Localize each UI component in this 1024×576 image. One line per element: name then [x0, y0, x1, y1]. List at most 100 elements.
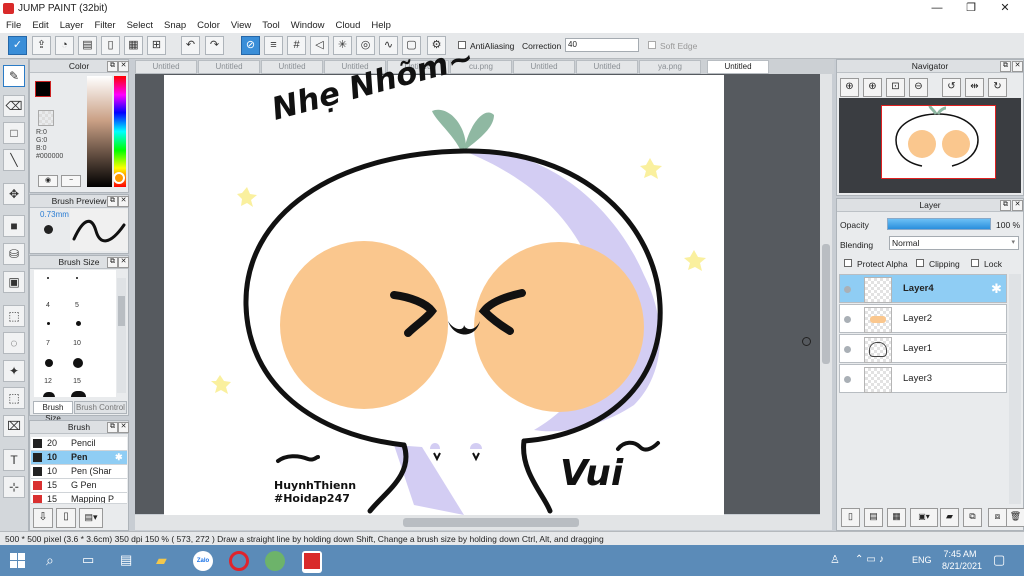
brush-item[interactable]: 15 Mapping P	[31, 493, 127, 504]
hue-handle[interactable]	[113, 172, 125, 184]
page-icon[interactable]: ▯	[101, 36, 120, 55]
tab-document[interactable]: Untitled	[513, 60, 575, 74]
panel-close-icon[interactable]: ✕	[1012, 200, 1023, 211]
scrollbar-thumb[interactable]	[403, 518, 579, 527]
correction-select[interactable]: 40	[565, 38, 639, 52]
pen-tool-icon[interactable]: ✎	[3, 65, 25, 87]
radial-snap-icon[interactable]: ✳	[333, 36, 352, 55]
visibility-icon[interactable]	[844, 376, 851, 383]
menu-cloud[interactable]: Cloud	[330, 17, 366, 33]
windows-app-icon[interactable]: ▤	[120, 552, 132, 568]
layer-list-scrollbar[interactable]	[1009, 274, 1021, 504]
layer-row-layer4[interactable]: Layer4 ✱	[839, 274, 1007, 303]
menu-window[interactable]: Window	[285, 17, 330, 33]
restore-button[interactable]: ❐	[954, 0, 988, 17]
eraser-tool-icon[interactable]: ⌫	[3, 95, 25, 117]
tab-document[interactable]: Untitled	[198, 60, 260, 74]
flip-icon[interactable]: ⇹	[965, 78, 984, 97]
drawing-canvas[interactable]: Nhẹ Nhõm~ Vui HuynhThienn #Hoidap247	[164, 39, 724, 515]
menu-file[interactable]: File	[0, 17, 26, 33]
tray-icons[interactable]: ⌃▭♪	[855, 554, 887, 565]
layer-copy-icon[interactable]: ⧈	[988, 508, 1007, 527]
tab-document[interactable]: Untitled	[576, 60, 638, 74]
select-eraser-tool-icon[interactable]: ⌧	[3, 415, 25, 437]
tab-document-active[interactable]: Untitled	[707, 60, 769, 74]
layer-row-layer1[interactable]: Layer1	[839, 334, 1007, 363]
rotate-left-icon[interactable]: ↺	[942, 78, 961, 97]
brush-item[interactable]: 15 G Pen	[31, 479, 127, 493]
curve-snap-icon[interactable]: ∿	[379, 36, 398, 55]
panel-close-icon[interactable]: ✕	[118, 422, 129, 433]
navigator-preview[interactable]	[839, 98, 1021, 193]
jump-paint-taskbar-icon[interactable]	[302, 551, 322, 573]
new-raster-layer-icon[interactable]: ▤	[864, 508, 883, 527]
tab-brush-control[interactable]: Brush Control	[74, 401, 127, 414]
color-pick-icon[interactable]: ◉	[38, 175, 58, 187]
file-explorer-icon[interactable]: ▰	[156, 552, 167, 569]
zoom-out-icon[interactable]: ⊖	[909, 78, 928, 97]
select-pen-tool-icon[interactable]: ⬚	[3, 387, 25, 409]
visibility-icon[interactable]	[844, 346, 851, 353]
clipping-checkbox[interactable]	[916, 259, 924, 267]
delete-layer-icon[interactable]: 🗑	[1006, 508, 1024, 527]
menu-view[interactable]: View	[225, 17, 256, 33]
foreground-color-swatch[interactable]	[35, 81, 51, 97]
speech-bubble-icon[interactable]: ◔	[55, 36, 74, 55]
search-icon[interactable]: ⌕	[46, 552, 54, 569]
brush-size-scrollbar[interactable]	[117, 278, 126, 393]
protect-alpha-checkbox[interactable]	[844, 259, 852, 267]
color-minus-icon[interactable]: −	[61, 175, 81, 187]
vanishing-point-icon[interactable]: ◁	[310, 36, 329, 55]
gradient-tool-icon[interactable]: ▣	[3, 271, 25, 293]
minimize-button[interactable]: —	[920, 0, 954, 17]
soft-edge-checkbox[interactable]	[648, 41, 656, 49]
brush-item[interactable]: 20 Pencil	[31, 437, 127, 451]
layer-settings-icon[interactable]: ✱	[991, 281, 1002, 297]
menu-layer[interactable]: Layer	[54, 17, 89, 33]
panel-float-icon[interactable]: ⧉	[1000, 61, 1011, 72]
panel-float-icon[interactable]: ⧉	[107, 196, 118, 207]
tab-document[interactable]: Untitled	[261, 60, 323, 74]
paint-app-icon[interactable]	[265, 551, 285, 571]
panel-float-icon[interactable]: ⧉	[107, 422, 118, 433]
scrollbar-thumb[interactable]	[118, 296, 125, 326]
select-rect-tool-icon[interactable]: ⬚	[3, 305, 25, 327]
new-tone-layer-icon[interactable]: ▦	[887, 508, 906, 527]
size-dot[interactable]	[43, 392, 55, 397]
size-dot[interactable]	[76, 277, 78, 279]
windows-start-icon[interactable]	[10, 553, 26, 569]
visibility-icon[interactable]	[844, 316, 851, 323]
layer-menu-icon[interactable]: ▣▾	[910, 508, 938, 527]
rotate-right-icon[interactable]: ↻	[988, 78, 1007, 97]
people-icon[interactable]: ♙	[830, 553, 840, 566]
brightness-gradient[interactable]	[87, 76, 112, 187]
circle-snap-icon[interactable]: ◎	[356, 36, 375, 55]
brush-menu-icon[interactable]: ▤▾	[79, 508, 103, 528]
zalo-icon[interactable]: Zalo	[193, 551, 213, 571]
panel-float-icon[interactable]: ⧉	[107, 257, 118, 268]
brush-settings-icon[interactable]: ✱	[115, 451, 123, 464]
task-view-icon[interactable]: ▭	[82, 552, 94, 568]
redo-icon[interactable]: ↷	[205, 36, 224, 55]
hue-slider[interactable]	[114, 76, 126, 187]
size-dot[interactable]	[47, 322, 50, 325]
rectangle-tool-icon[interactable]: □	[3, 122, 25, 144]
zoom-in-icon[interactable]: ⊕	[863, 78, 882, 97]
lock-checkbox[interactable]	[971, 259, 979, 267]
clock[interactable]: 7:45 AM 8/21/2021	[942, 548, 982, 572]
opacity-slider[interactable]	[887, 218, 991, 230]
scrollbar-thumb[interactable]	[822, 244, 830, 364]
parallel-snap-icon[interactable]: ≡	[264, 36, 283, 55]
tab-brush-size[interactable]: Brush Size	[33, 401, 73, 423]
layer-row-layer2[interactable]: Layer2	[839, 304, 1007, 333]
menu-select[interactable]: Select	[121, 17, 158, 33]
size-dot[interactable]	[73, 358, 83, 368]
upload-icon[interactable]: ⇪	[32, 36, 51, 55]
canvas-horizontal-scrollbar[interactable]	[135, 515, 832, 530]
tab-document[interactable]: Untitled	[135, 60, 197, 74]
magic-wand-tool-icon[interactable]: ✦	[3, 360, 25, 382]
menu-help[interactable]: Help	[365, 17, 396, 33]
visibility-icon[interactable]	[844, 286, 851, 293]
panel-close-icon[interactable]: ✕	[118, 61, 129, 72]
layer-row-layer3[interactable]: Layer3	[839, 364, 1007, 393]
